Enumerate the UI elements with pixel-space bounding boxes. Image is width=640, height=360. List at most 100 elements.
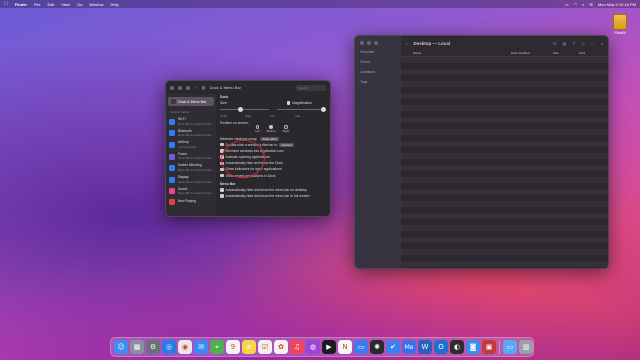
setting-icon — [169, 199, 175, 206]
launchpad-icon[interactable]: ▦ — [130, 340, 144, 354]
menu-app-name[interactable]: Finder — [15, 2, 27, 7]
things-icon[interactable]: ✔ — [386, 340, 400, 354]
sidebar-item[interactable]: AirDrop Control Center — [166, 139, 216, 151]
minimize-effect-select[interactable]: Scale effect — [260, 136, 279, 141]
notes-icon[interactable]: ≡ — [242, 340, 256, 354]
position-right[interactable]: Right — [283, 125, 289, 133]
double-click-checkbox[interactable] — [220, 142, 224, 147]
col-name[interactable]: Name — [413, 51, 421, 55]
menu-help[interactable]: Help — [111, 2, 119, 7]
tag-icon[interactable]: ◇ — [582, 41, 585, 46]
news-icon[interactable]: N — [338, 340, 352, 354]
finder-title: Desktop — Local — [413, 40, 451, 46]
menu-view[interactable]: View — [61, 2, 70, 7]
search-icon[interactable]: ⌕ — [582, 2, 584, 7]
apple-icon[interactable]:  — [4, 1, 8, 7]
position-left[interactable]: Left — [255, 125, 260, 133]
trash-icon[interactable]: ▥ — [519, 340, 533, 354]
sidebar-item[interactable]: Display Menu Bar & Control Center — [166, 174, 216, 186]
control-center-icon[interactable]: ☰ — [589, 2, 593, 7]
settings-title: Dock & Menu Bar — [209, 85, 241, 90]
settings-close-button[interactable] — [170, 85, 174, 90]
mail-icon[interactable]: ✉ — [194, 340, 208, 354]
zoom-icon[interactable]: ◙ — [466, 340, 480, 354]
back-icon[interactable]: ‹ — [406, 41, 408, 46]
col-kind[interactable]: Kind — [579, 51, 585, 55]
zoom-button[interactable] — [374, 41, 378, 45]
checkbox[interactable] — [220, 188, 224, 192]
sidebar-item-label: Now Playing — [178, 199, 196, 204]
messenger-icon[interactable]: Me — [402, 340, 416, 354]
sidebar-item-locations[interactable]: Locations — [360, 70, 375, 74]
sidebar-item-favorites[interactable]: Favorites — [360, 50, 375, 54]
menu-edit[interactable]: Edit — [47, 2, 54, 7]
group-icon[interactable]: ▤ — [563, 41, 567, 46]
music-icon[interactable]: ♫ — [290, 340, 304, 354]
chrome-icon[interactable]: ◉ — [178, 340, 192, 354]
menu-go[interactable]: Go — [77, 2, 82, 7]
system-preferences-icon[interactable]: ⚙ — [146, 340, 160, 354]
close-button[interactable] — [360, 41, 364, 45]
obs-icon[interactable]: ◐ — [450, 340, 464, 354]
col-date[interactable]: Date Modified — [511, 51, 530, 55]
size-slider[interactable] — [220, 107, 269, 112]
tv-icon[interactable]: ▶ — [322, 340, 336, 354]
menu-bar-option[interactable]: Automatically hide and show the menu bar… — [220, 188, 326, 192]
checkbox-label: Automatically hide and show the menu bar… — [225, 187, 307, 192]
desktop-disk[interactable]: PlexBIt — [612, 14, 628, 36]
col-size[interactable]: Size — [553, 51, 559, 55]
setting-icon — [169, 188, 175, 195]
calendar-icon[interactable]: 9 — [226, 340, 240, 354]
sidebar-item[interactable]: Now Playing — [166, 197, 216, 207]
chatgpt-icon[interactable]: ✺ — [370, 340, 384, 354]
sidebar-item[interactable]: Sound Menu Bar & Control Center — [166, 186, 216, 198]
word-icon[interactable]: W — [418, 340, 432, 354]
folder-icon[interactable]: ▭ — [503, 340, 517, 354]
settings-search-input[interactable]: Search — [296, 84, 326, 91]
magnification-slider-knob[interactable] — [321, 107, 327, 112]
finder-window[interactable]: Favorites iCloud Locations Tags ‹ Deskto… — [354, 35, 609, 269]
menu-file[interactable]: File — [34, 2, 40, 7]
view-options-icon[interactable]: ☷ — [553, 41, 557, 46]
sidebar-item[interactable]: Focus Menu Bar & Control Center — [166, 151, 216, 163]
finder-icon[interactable]: ☺ — [114, 340, 128, 354]
sidebar-item[interactable]: Screen Mirroring Menu Bar & Control Cente… — [166, 162, 216, 174]
sidebar-item[interactable]: Wi-Fi Menu Bar & Control Center — [166, 116, 216, 128]
sidebar-item-tags[interactable]: Tags — [360, 80, 375, 84]
photo-booth-icon[interactable]: ▣ — [482, 340, 496, 354]
table-row[interactable] — [401, 267, 608, 268]
checkbox[interactable] — [220, 173, 224, 178]
nav-back-icon[interactable]: ‹ › — [194, 85, 198, 90]
podcasts-icon[interactable]: ◍ — [306, 340, 320, 354]
double-click-select[interactable]: minimize — [279, 142, 295, 147]
menu-clock[interactable]: Mon May 9 10:18 PM — [598, 2, 636, 7]
menu-bar-option[interactable]: Automatically hide and show the menu bar… — [220, 194, 326, 198]
checkbox-label: Automatically hide and show the menu bar… — [225, 194, 310, 198]
checkbox[interactable] — [220, 194, 224, 198]
maps-icon[interactable]: ⌖ — [210, 340, 224, 354]
magnification-checkbox[interactable] — [286, 101, 291, 105]
reminders-icon[interactable]: ☑ — [258, 340, 272, 354]
more-icon[interactable]: ⋯ — [591, 41, 595, 46]
sidebar-item-icloud[interactable]: iCloud — [360, 60, 375, 64]
photos-icon[interactable]: ✿ — [274, 340, 288, 354]
magnification-slider[interactable] — [277, 107, 327, 112]
sidebar-item-dock-menu-bar[interactable]: Dock & Menu Bar — [168, 97, 214, 106]
menu-window[interactable]: Window — [89, 2, 103, 7]
sidebar-item[interactable]: Bluetooth Menu Bar & Control Center — [166, 128, 216, 140]
sidebar-item-sub: Menu Bar & Control Center — [178, 191, 212, 196]
keynote-icon[interactable]: ▭ — [354, 340, 368, 354]
battery-icon[interactable]: ▭ — [565, 2, 569, 7]
grid-icon[interactable]: ▦ — [202, 85, 206, 90]
settings-minimize-button[interactable] — [178, 85, 182, 90]
outlook-icon[interactable]: O — [434, 340, 448, 354]
settings-zoom-button[interactable] — [186, 85, 190, 90]
settings-sidebar: Dock & Menu Bar Control Center Wi-Fi Menu… — [166, 94, 216, 216]
minimize-button[interactable] — [367, 41, 371, 45]
finder-search-icon[interactable]: ⌕ — [601, 41, 603, 46]
size-slider-knob[interactable] — [237, 107, 243, 112]
wifi-icon[interactable]: ◠ — [574, 2, 578, 7]
position-bottom[interactable]: Bottom — [267, 125, 276, 133]
safari-icon[interactable]: ◎ — [162, 340, 176, 354]
share-icon[interactable]: ⇪ — [572, 41, 575, 46]
